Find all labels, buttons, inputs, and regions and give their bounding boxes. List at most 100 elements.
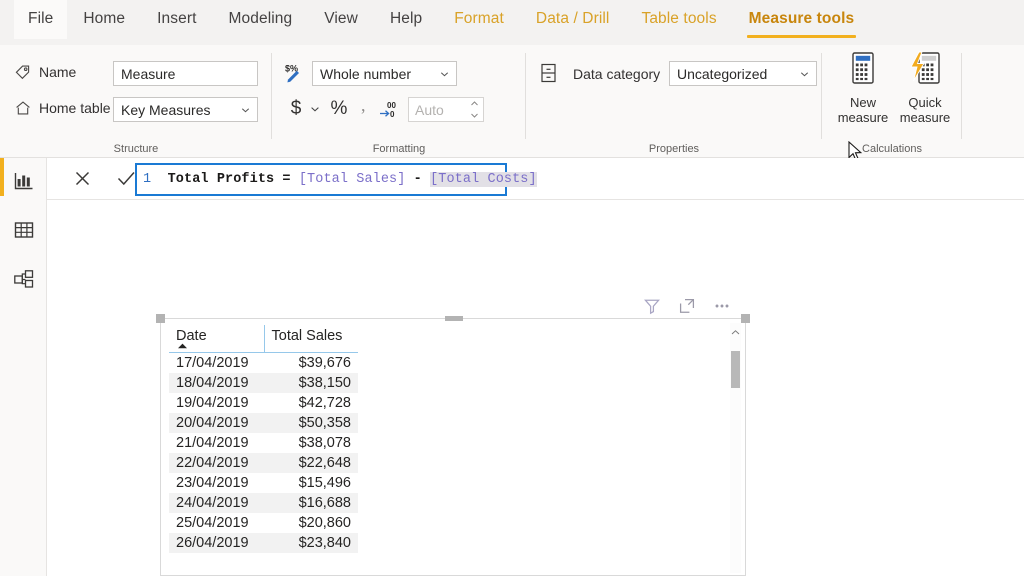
sidebar-item-data-view[interactable]	[9, 215, 39, 245]
tag-icon	[14, 63, 32, 81]
formula-ref-total-costs: [Total Costs]	[430, 172, 537, 187]
ribbon-group-properties: Data category Uncategorized Properties	[526, 45, 822, 158]
resize-handle-top-left[interactable]	[156, 314, 165, 323]
tab-home[interactable]: Home	[67, 0, 141, 39]
svg-text:,: ,	[361, 99, 366, 115]
properties-group-label: Properties	[648, 143, 700, 155]
home-table-label: Home table	[39, 100, 111, 116]
column-header-total-sales[interactable]: Total Sales	[263, 325, 358, 353]
table-icon	[13, 219, 35, 241]
column-header-date[interactable]: Date	[169, 325, 264, 353]
stepper-arrows[interactable]	[470, 100, 479, 119]
table-row[interactable]: 20/04/2019 $50,358	[169, 413, 358, 433]
active-view-indicator	[0, 158, 4, 196]
scroll-up-icon[interactable]	[730, 329, 741, 336]
measure-name-input[interactable]: Measure	[113, 61, 258, 86]
table-row[interactable]: 17/04/2019 $39,676	[169, 353, 358, 374]
data-category-value: Uncategorized	[677, 65, 768, 82]
cell-total-sales: $50,358	[264, 413, 358, 433]
ribbon-group-structure: Name Measure Home table Key Measures Str…	[0, 45, 272, 158]
cell-date: 26/04/2019	[169, 533, 264, 553]
table-row[interactable]: 19/04/2019 $42,728	[169, 393, 358, 413]
table-visual-grid: Date Total Sales 17/04/2019 $39,676 18/0…	[169, 325, 358, 553]
svg-text:00: 00	[387, 101, 396, 110]
tab-view[interactable]: View	[308, 0, 374, 39]
structure-group-label: Structure	[113, 143, 159, 155]
tab-insert[interactable]: Insert	[141, 0, 212, 39]
decimal-places-value: Auto	[415, 101, 444, 118]
calculator-icon	[846, 51, 880, 91]
decrease-decimals-icon[interactable]: 00 0	[378, 97, 402, 121]
table-visual[interactable]: Date Total Sales 17/04/2019 $39,676 18/0…	[156, 314, 750, 576]
svg-text:0: 0	[390, 110, 395, 119]
format-type-value: Whole number	[320, 65, 412, 82]
table-row[interactable]: 21/04/2019 $38,078	[169, 433, 358, 453]
ribbon-tab-strip: File Home Insert Modeling View Help Form…	[0, 0, 1024, 45]
tab-table-tools[interactable]: Table tools	[625, 0, 732, 39]
table-row[interactable]: 22/04/2019 $22,648	[169, 453, 358, 473]
table-row[interactable]: 25/04/2019 $20,860	[169, 513, 358, 533]
table-row[interactable]: 24/04/2019 $16,688	[169, 493, 358, 513]
name-field-row: Name	[14, 63, 76, 81]
thousands-separator-button[interactable]: ,	[356, 97, 374, 121]
sidebar-item-report-view[interactable]	[9, 166, 39, 196]
resize-handle-top-right[interactable]	[741, 314, 750, 323]
new-measure-label: New measure	[837, 95, 889, 125]
new-measure-button[interactable]: New measure	[830, 51, 896, 125]
cell-total-sales: $16,688	[264, 493, 358, 513]
table-row[interactable]: 26/04/2019 $23,840	[169, 533, 358, 553]
quick-measure-label: Quick measure	[899, 95, 951, 125]
data-category-dropdown[interactable]: Uncategorized	[669, 61, 817, 86]
cell-date: 21/04/2019	[176, 435, 249, 451]
more-options-icon[interactable]	[713, 297, 731, 315]
table-row[interactable]: 23/04/2019 $15,496	[169, 473, 358, 493]
calculations-group-label: Calculations	[862, 143, 922, 155]
format-type-icon: $%	[285, 62, 307, 84]
formula-equals: =	[274, 172, 299, 187]
measure-name-value: Measure	[121, 65, 176, 82]
home-table-row: Home table	[14, 99, 111, 117]
tab-data-drill[interactable]: Data / Drill	[520, 0, 626, 39]
group-separator	[961, 53, 962, 139]
quick-measure-button[interactable]: Quick measure	[892, 51, 958, 125]
decimal-places-stepper[interactable]: Auto	[408, 97, 484, 122]
tab-modeling[interactable]: Modeling	[213, 0, 309, 39]
cell-date: 24/04/2019	[169, 493, 264, 513]
home-table-dropdown[interactable]: Key Measures	[113, 97, 258, 122]
scrollbar-thumb[interactable]	[731, 351, 740, 388]
percent-format-button[interactable]: %	[328, 97, 350, 121]
tab-measure-tools[interactable]: Measure tools	[733, 0, 871, 39]
data-category-label: Data category	[573, 66, 661, 82]
table-row[interactable]: 18/04/2019 $38,150	[169, 373, 358, 393]
currency-format-button[interactable]: $	[286, 97, 306, 121]
power-bi-desktop-window: File Home Insert Modeling View Help Form…	[0, 0, 1024, 576]
cell-date: 22/04/2019	[169, 453, 264, 473]
formula-line-number: 1	[143, 172, 152, 187]
cell-date: 19/04/2019	[176, 395, 249, 411]
sidebar-item-model-view[interactable]	[9, 264, 39, 294]
cell-date: 20/04/2019	[169, 413, 264, 433]
chevron-down-icon	[241, 105, 250, 114]
formatting-group-label: Formatting	[372, 143, 426, 155]
table-vertical-scrollbar[interactable]	[730, 323, 741, 573]
tab-help[interactable]: Help	[374, 0, 438, 39]
dax-formula-input[interactable]: 1 Total Profits = [Total Sales] - [Total…	[135, 163, 537, 196]
filter-icon[interactable]	[643, 297, 661, 315]
focus-mode-icon[interactable]	[678, 297, 696, 315]
tab-file[interactable]: File	[14, 0, 68, 39]
resize-handle-top-center[interactable]	[445, 316, 463, 321]
format-type-dropdown[interactable]: Whole number	[312, 61, 457, 86]
formula-measure-name: Total Profits	[167, 172, 275, 187]
table-body: 17/04/2019 $39,676 18/04/2019 $38,150 19…	[169, 353, 358, 553]
tab-format[interactable]: Format	[438, 0, 520, 39]
table-header-row: Date Total Sales	[169, 325, 358, 353]
column-header-total-sales-label: Total Sales	[271, 328, 343, 344]
currency-chevron-down-icon[interactable]	[308, 101, 322, 117]
report-canvas: Date Total Sales 17/04/2019 $39,676 18/0…	[47, 200, 1024, 576]
cell-total-sales: $20,860	[298, 515, 351, 531]
cell-date: 17/04/2019	[176, 355, 249, 371]
ribbon-group-formatting: $% Whole number $ % , 00 0 Auto Formatti…	[272, 45, 526, 158]
cancel-formula-button[interactable]	[65, 162, 99, 196]
model-relationships-icon	[13, 268, 35, 290]
cell-date: 25/04/2019	[176, 515, 249, 531]
